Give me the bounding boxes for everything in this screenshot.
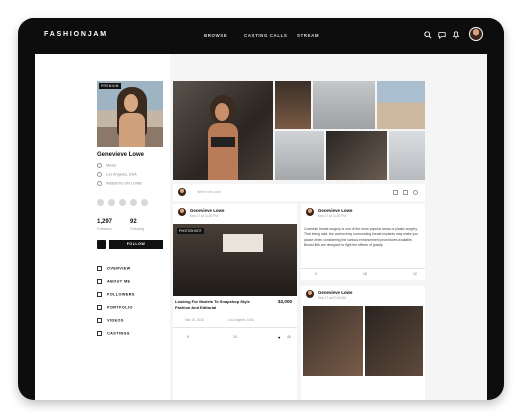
top-navigation-bar: FASHIONJAM BROWSE CASTING CALLS STREAM [18, 18, 504, 54]
facebook-icon[interactable] [97, 199, 104, 206]
followers-icon [97, 292, 102, 297]
comment-count[interactable]: 24 [233, 335, 237, 339]
instagram-icon[interactable] [130, 199, 137, 206]
post-price: $3,000 [278, 299, 293, 304]
menu-overview[interactable]: OVERVIEW [97, 266, 131, 271]
comment-count[interactable]: 18 [363, 272, 367, 276]
brand-logo[interactable]: FASHIONJAM [44, 31, 108, 38]
post-tag: PHOTOSHOOT [177, 228, 204, 234]
profile-role: Model [97, 163, 116, 168]
following-count[interactable]: 92 [130, 219, 137, 225]
chat-icon[interactable] [438, 31, 446, 39]
gallery-photo-6[interactable] [326, 131, 387, 180]
person-icon [97, 163, 102, 168]
globe-icon [97, 181, 102, 186]
post-author[interactable]: Genevieve Lowe [318, 290, 352, 295]
gallery-photo-main[interactable] [173, 81, 273, 180]
heart-icon[interactable]: ♥ [278, 335, 280, 340]
post-time: Sep 17 at 11:20 PM [190, 214, 218, 218]
post-body: Cosmetic breast surgery is one of the mo… [304, 227, 419, 247]
castings-icon [97, 331, 102, 336]
gallery-photo-2[interactable] [275, 81, 311, 129]
post-composer: Write new post [173, 184, 425, 201]
menu-videos[interactable]: VIDEOS [97, 318, 124, 323]
followers-count[interactable]: 1,297 [97, 219, 112, 225]
share-count[interactable]: 3 [315, 272, 317, 276]
post-author-avatar[interactable] [178, 208, 186, 216]
post-author[interactable]: Genevieve Lowe [318, 208, 352, 213]
about-icon [97, 279, 102, 284]
premium-badge: PREMIUM [99, 83, 121, 89]
post-card-casting: Genevieve Lowe Sep 17 at 11:20 PM PHOTOS… [173, 204, 297, 400]
post-card-photos: Genevieve Lowe Sep 17 at 07:02 AM [301, 286, 425, 400]
like-count[interactable]: 12 [413, 272, 417, 276]
search-icon[interactable] [424, 31, 432, 39]
nav-casting-calls[interactable]: CASTING CALLS [244, 33, 287, 38]
menu-about-me[interactable]: ABOUT ME [97, 279, 130, 284]
post-image[interactable]: PHOTOSHOOT [173, 224, 297, 296]
user-avatar[interactable] [469, 27, 483, 41]
message-button[interactable] [97, 240, 106, 249]
like-count[interactable]: 45 [287, 335, 291, 339]
post-card-text: Genevieve Lowe Sep 17 at 11:20 PM Cosmet… [301, 204, 425, 280]
profile-content: PREMIUM Genevieve Lowe Model Los Angeles… [35, 54, 487, 400]
post-author-avatar[interactable] [306, 208, 314, 216]
menu-castings[interactable]: CASTINGS [97, 331, 130, 336]
post-author[interactable]: Genevieve Lowe [190, 208, 224, 213]
google-plus-icon[interactable] [119, 199, 126, 206]
gallery-photo-3[interactable] [313, 81, 375, 129]
gallery-photo-7[interactable] [389, 131, 425, 180]
following-label: Following [130, 227, 145, 231]
overview-icon [97, 266, 102, 271]
post-title[interactable]: Looking For Models To Snapshop Style Fas… [175, 299, 265, 311]
composer-avatar [178, 188, 186, 196]
profile-website[interactable]: WEBSITE ON LOWE [97, 181, 142, 186]
gallery-photo-4[interactable] [377, 81, 425, 129]
post-time: Sep 17 at 11:20 PM [318, 214, 346, 218]
menu-portfolio[interactable]: PORTFOLIO [97, 305, 133, 310]
profile-sidebar: PREMIUM Genevieve Lowe Model Los Angeles… [35, 54, 170, 400]
post-photo-1[interactable] [303, 306, 363, 376]
location-icon[interactable] [413, 190, 418, 195]
profile-name: Genevieve Lowe [97, 152, 145, 158]
bell-icon[interactable] [452, 31, 460, 39]
follow-button[interactable]: FOLLOW [109, 240, 163, 249]
share-count[interactable]: 8 [187, 335, 189, 339]
video-icon [97, 318, 102, 323]
post-date: Mar 18, 2016 [185, 318, 204, 322]
profile-location: Los Angeles, USA [97, 172, 137, 177]
followers-label: Followers [97, 227, 112, 231]
pinterest-icon[interactable] [141, 199, 148, 206]
post-author-avatar[interactable] [306, 290, 314, 298]
gallery-photo-5[interactable] [275, 131, 324, 180]
location-pin-icon [97, 172, 102, 177]
twitter-icon[interactable] [108, 199, 115, 206]
portfolio-icon [97, 305, 102, 310]
video-icon[interactable] [403, 190, 408, 195]
nav-browse[interactable]: BROWSE [204, 33, 227, 38]
nav-stream[interactable]: STREAM [297, 33, 319, 38]
photo-icon[interactable] [393, 190, 398, 195]
post-time: Sep 17 at 07:02 AM [318, 296, 346, 300]
post-photo-2[interactable] [365, 306, 423, 376]
menu-followers[interactable]: FOLLOWERS [97, 292, 135, 297]
post-location: Los Angeles, USA [228, 318, 254, 322]
profile-photo: PREMIUM [97, 81, 163, 147]
composer-input[interactable]: Write new post [197, 190, 221, 194]
app-window: FASHIONJAM BROWSE CASTING CALLS STREAM P… [18, 18, 504, 400]
